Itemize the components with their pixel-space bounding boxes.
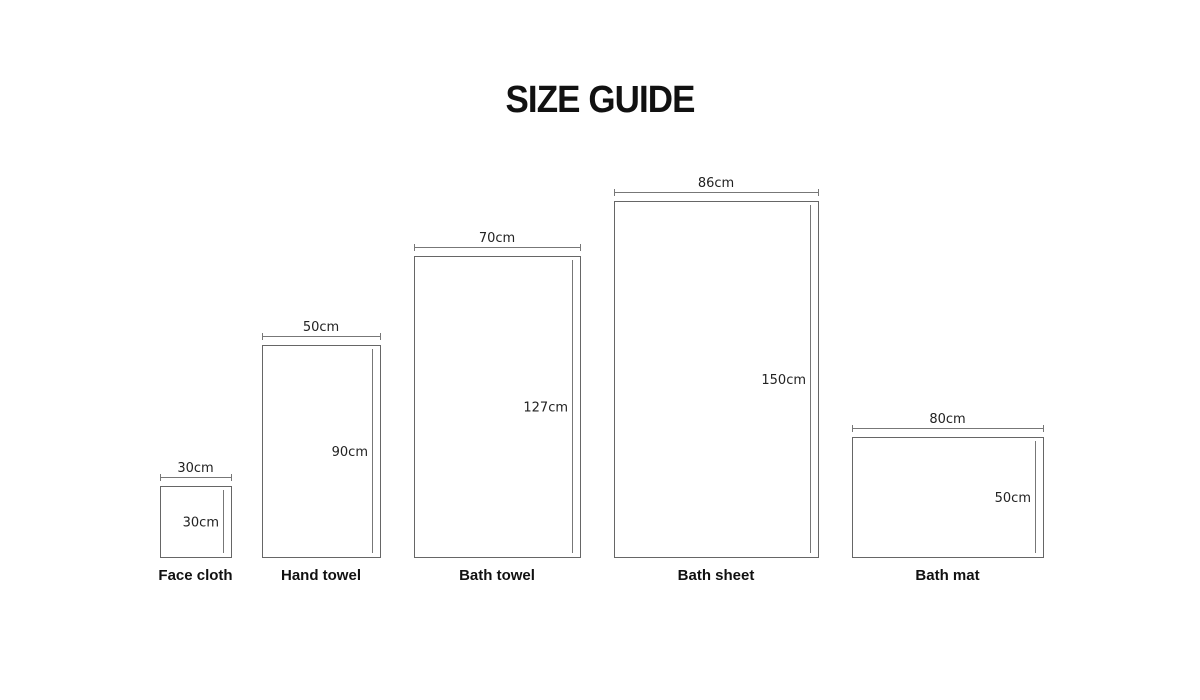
bath-mat-name-label: Bath mat: [915, 567, 979, 584]
bath-sheet-height-label: 150cm: [761, 373, 806, 388]
bath-sheet-name-label: Bath sheet: [678, 567, 755, 584]
bath-towel-height-label: 127cm: [523, 401, 568, 416]
hand-towel-width-label: 50cm: [303, 320, 339, 335]
bath-towel-name-label: Bath towel: [459, 567, 535, 584]
face-cloth-width-label: 30cm: [177, 461, 213, 476]
size-guide-diagram: 30cm 30cm Face cloth 50cm 90cm Hand towel 70cm…: [158, 176, 1044, 584]
bath-towel-width-label: 70cm: [479, 231, 515, 246]
face-cloth-name-label: Face cloth: [158, 567, 232, 584]
hand-towel-height-label: 90cm: [332, 445, 368, 460]
bath-sheet-width-label: 86cm: [698, 176, 734, 191]
hand-towel-name-label: Hand towel: [281, 567, 361, 584]
bath-mat-width-label: 80cm: [929, 412, 965, 427]
face-cloth-height-label: 30cm: [183, 516, 219, 531]
bath-mat-height-label: 50cm: [995, 491, 1031, 506]
